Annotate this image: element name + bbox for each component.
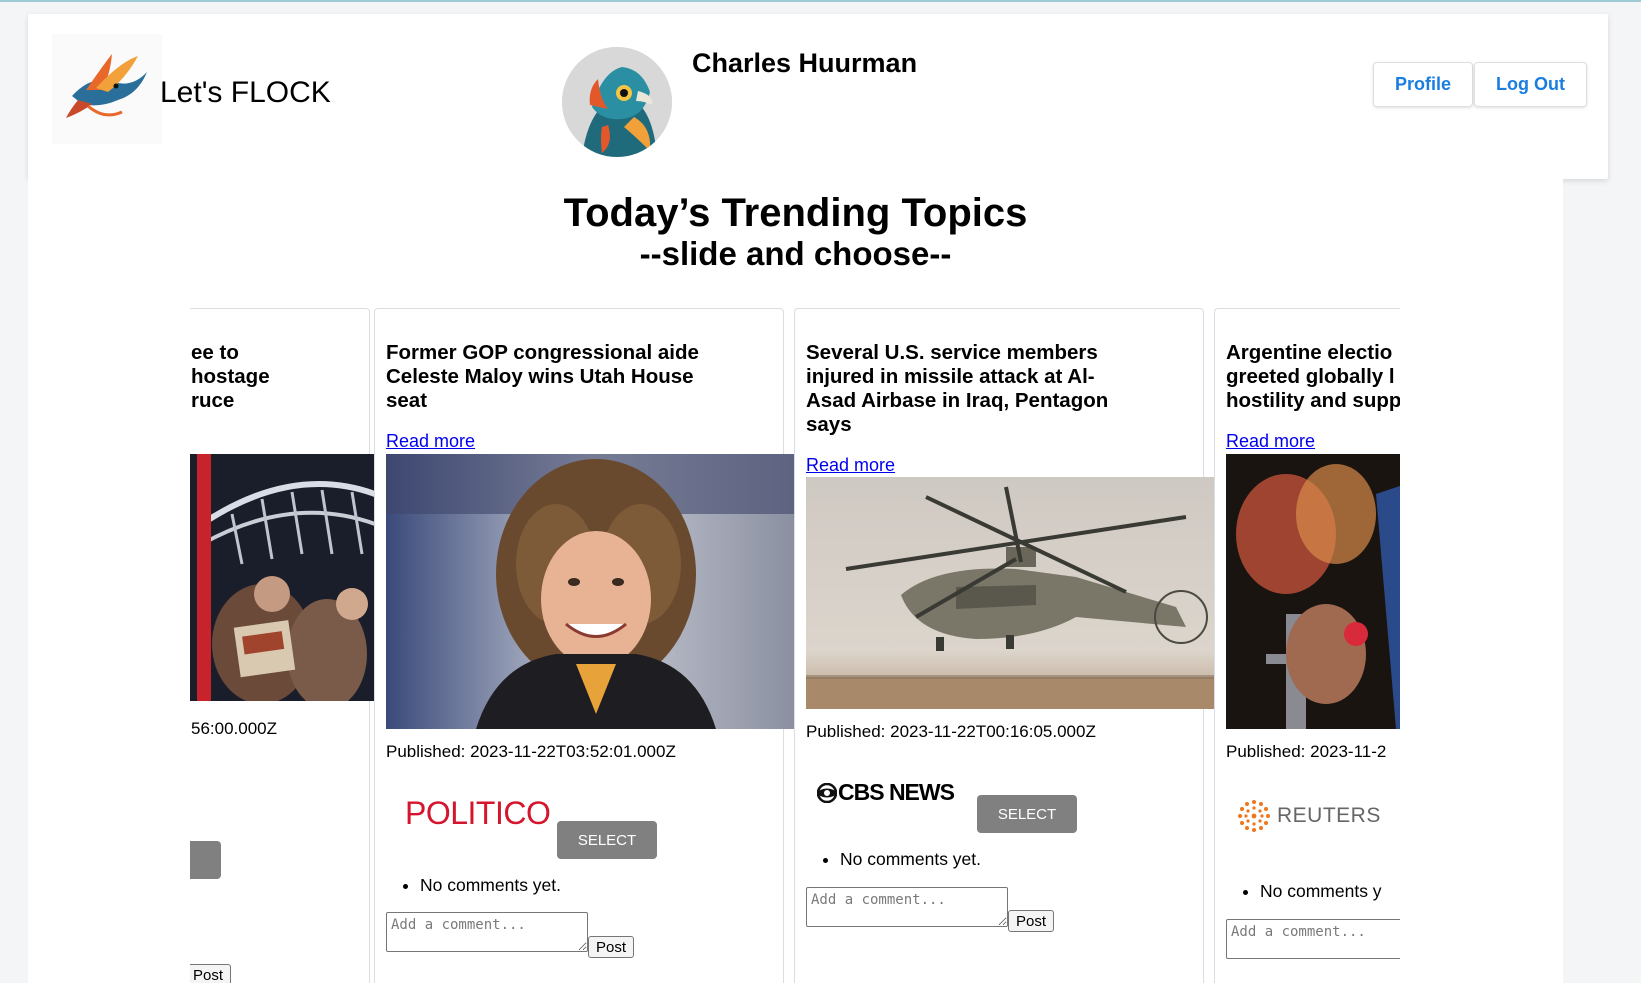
- user-name: Charles Huurman: [692, 48, 918, 78]
- trending-title: Today’s Trending Topics: [563, 191, 1028, 235]
- comment-item: No comments y: [1260, 881, 1382, 902]
- select-button[interactable]: SELECT: [557, 821, 657, 859]
- published-date: Published: 2023-11-22T03:52:01.000Z: [386, 742, 676, 761]
- published-date: Published: 2023-11-22T00:16:05.000Z: [806, 722, 1096, 741]
- select-button[interactable]: SELECT: [977, 795, 1077, 833]
- read-more-link[interactable]: Read more: [386, 431, 475, 452]
- topic-card: Former GOP congressional aide Celeste Ma…: [374, 308, 796, 983]
- post-button[interactable]: Post: [1008, 910, 1054, 932]
- cbs-eye-icon: [817, 782, 837, 803]
- logout-button[interactable]: Log Out: [1474, 62, 1587, 107]
- app-header: Let's FLOCK Charles Huurman Profile Log …: [28, 14, 1608, 179]
- comments-list: No comments y: [1260, 881, 1382, 902]
- read-more-link[interactable]: Read more: [1226, 431, 1315, 452]
- trending-subtitle: --slide and choose--: [639, 235, 952, 272]
- reuters-wordmark: REUTERS: [1277, 804, 1381, 827]
- post-button[interactable]: Post: [588, 936, 634, 958]
- article-image-celeste-maloy: [386, 454, 796, 729]
- top-border: [0, 0, 1641, 2]
- topics-carousel[interactable]: ee to hostage ruce 56:00.000Z LECT: [190, 308, 1400, 983]
- main-panel: Today’s Trending Topics --slide and choo…: [28, 179, 1563, 983]
- card-title: ee to hostage ruce: [191, 341, 270, 412]
- article-image-protest: [190, 454, 375, 701]
- politico-logo: POLITICO: [405, 795, 551, 831]
- article-image-helicopter: [806, 477, 1216, 709]
- comment-input[interactable]: [806, 887, 1008, 927]
- topic-card: ee to hostage ruce 56:00.000Z LECT: [190, 308, 375, 983]
- profile-button[interactable]: Profile: [1373, 62, 1473, 107]
- comment-item: No comments yet.: [420, 875, 561, 896]
- select-button[interactable]: LECT: [190, 841, 221, 879]
- read-more-link[interactable]: Read more: [806, 455, 895, 476]
- published-date: Published: 2023-11-2: [1226, 742, 1387, 761]
- app-title: Let's FLOCK: [160, 76, 331, 109]
- reuters-logo: REUTERS: [1237, 799, 1381, 833]
- comment-input[interactable]: [386, 912, 588, 952]
- comments-list: No comments yet.: [420, 875, 561, 896]
- cbs-news-logo: CBS NEWS: [817, 779, 955, 806]
- comment-item: No comments yet.: [840, 849, 981, 870]
- comment-input[interactable]: [1226, 919, 1400, 959]
- article-image-argentina-crowd: [1226, 454, 1400, 729]
- comments-list: No comments yet.: [840, 849, 981, 870]
- user-avatar[interactable]: [562, 47, 672, 157]
- card-title: Former GOP congressional aide Celeste Ma…: [386, 341, 699, 412]
- topic-card: Several U.S. service members injured in …: [794, 308, 1216, 983]
- post-button[interactable]: Post: [190, 964, 231, 983]
- topic-card: Argentine electio greeted globally l hos…: [1214, 308, 1400, 983]
- reuters-dots-icon: [1238, 800, 1270, 832]
- published-date: 56:00.000Z: [191, 719, 278, 738]
- card-title: Argentine electio greeted globally l hos…: [1226, 341, 1400, 412]
- cbs-news-wordmark: CBS NEWS: [838, 779, 955, 805]
- flock-bird-logo: [52, 34, 162, 144]
- card-title: Several U.S. service members injured in …: [806, 341, 1109, 436]
